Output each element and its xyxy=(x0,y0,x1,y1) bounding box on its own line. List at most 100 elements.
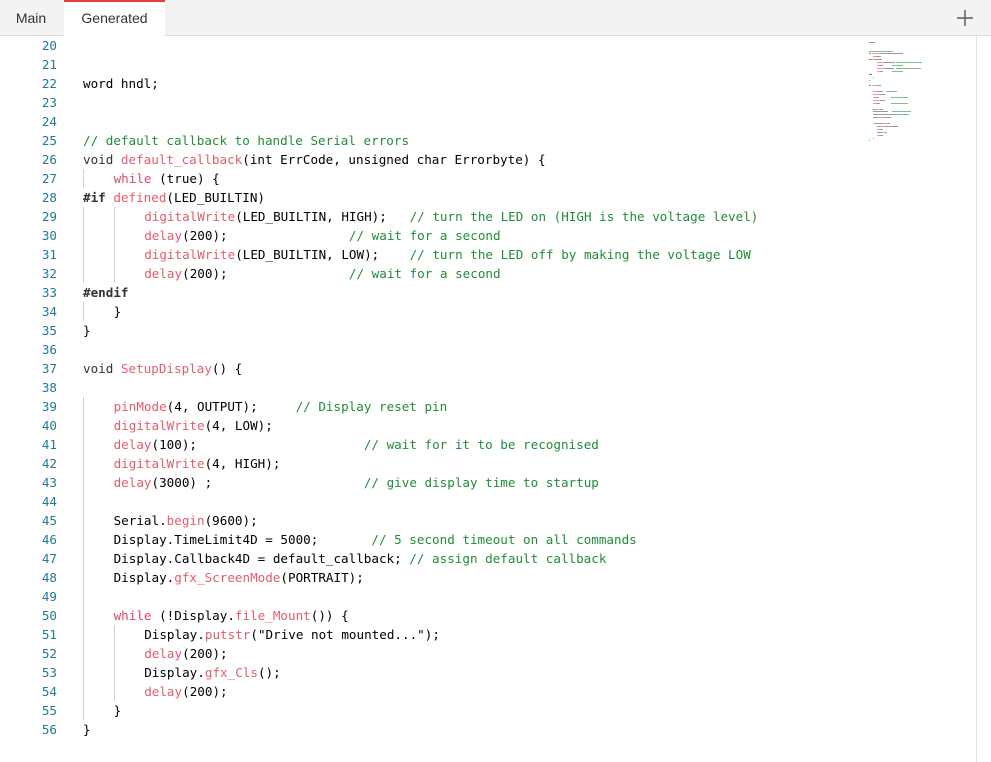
code-text: while (true) { xyxy=(114,169,220,188)
line-number: 41 xyxy=(41,437,57,452)
code-token: } xyxy=(113,703,122,718)
code-line[interactable]: 23 xyxy=(0,93,976,112)
tab-bar: Main Generated xyxy=(0,0,991,37)
code-text: delay(3000) ; // give display time to st… xyxy=(114,473,599,492)
tab-main[interactable]: Main xyxy=(0,0,62,36)
code-line[interactable]: 43 delay(3000) ; // give display time to … xyxy=(0,473,976,492)
minimap-mark xyxy=(878,85,881,87)
code-line[interactable]: 54 delay(200); xyxy=(0,682,976,701)
code-line[interactable]: 28 #if defined(LED_BUILTIN) xyxy=(0,188,976,207)
code-token: Display. xyxy=(113,570,175,585)
minimap-mark xyxy=(891,111,911,113)
code-text: delay(200); xyxy=(144,644,227,663)
code-token: digitalWrite xyxy=(113,456,205,471)
code-text: digitalWrite(4, HIGH); xyxy=(114,454,281,473)
code-line[interactable]: 55} xyxy=(0,701,976,720)
line-number: 37 xyxy=(41,361,57,376)
indent-guide xyxy=(113,264,115,283)
code-line[interactable]: 36 xyxy=(0,340,976,359)
code-line[interactable]: 44 xyxy=(0,492,976,511)
code-token: delay xyxy=(144,684,183,699)
code-line[interactable]: 24 xyxy=(0,112,976,131)
line-number: 20 xyxy=(41,38,57,53)
minimap[interactable] xyxy=(869,36,965,156)
code-token: Display.Callback4D = default_callback; xyxy=(113,551,410,566)
code-line[interactable]: 41 delay(100); // wait for it to be recog… xyxy=(0,435,976,454)
indent-guide xyxy=(83,511,84,530)
code-token: digitalWrite xyxy=(144,247,236,262)
code-line[interactable]: 46 Display.TimeLimit4D = 5000; // 5 secon… xyxy=(0,530,976,549)
code-line[interactable]: 31 digitalWrite(LED_BUILTIN, LOW); // tur… xyxy=(0,245,976,264)
code-line[interactable]: 35} xyxy=(0,321,976,340)
code-token: ("Drive not mounted..."); xyxy=(250,627,440,642)
code-line[interactable]: 40 digitalWrite(4, LOW); xyxy=(0,416,976,435)
code-token: delay xyxy=(113,437,152,452)
code-line[interactable]: 37 void SetupDisplay() { xyxy=(0,359,976,378)
code-line[interactable]: 33 #endif xyxy=(0,283,976,302)
code-line[interactable]: 56} xyxy=(0,720,976,739)
code-token: Serial. xyxy=(113,513,167,528)
code-line[interactable]: 51 Display.putstr("Drive not mounted...")… xyxy=(0,625,976,644)
code-line[interactable]: 50 while (!Display.file_Mount()) { xyxy=(0,606,976,625)
code-token: void xyxy=(83,152,121,167)
code-line[interactable]: 49 xyxy=(0,587,976,606)
code-line[interactable]: 25 // default callback to handle Serial e… xyxy=(0,131,976,150)
code-token: // default callback to handle Serial err… xyxy=(83,133,410,148)
code-editor[interactable]: 20 21 22 word hndl; 23 24 25 // default callbac… xyxy=(0,36,976,762)
line-number: 38 xyxy=(41,380,57,395)
indent-guide xyxy=(113,207,115,226)
code-token: (100); xyxy=(151,437,364,452)
line-number: 31 xyxy=(41,247,57,262)
code-line[interactable]: 22 word hndl; xyxy=(0,74,976,93)
tab-generated[interactable]: Generated xyxy=(64,0,165,37)
code-line[interactable]: 45 Serial.begin(9600); xyxy=(0,511,976,530)
indent-guide xyxy=(83,207,84,226)
code-line[interactable]: 26 void default_callback(int ErrCode, uns… xyxy=(0,150,976,169)
code-token: void xyxy=(83,361,121,376)
minimap-mark xyxy=(885,117,892,119)
code-line[interactable]: 32 delay(200); // wait for a second xyxy=(0,264,976,283)
code-line[interactable]: 38 xyxy=(0,378,976,397)
code-token: ()) { xyxy=(310,608,349,623)
indent-guide xyxy=(113,625,115,644)
vertical-scrollbar[interactable] xyxy=(976,36,991,762)
indent-guide xyxy=(83,701,84,720)
minimap-mark xyxy=(875,102,881,104)
code-line[interactable]: 42 digitalWrite(4, HIGH); xyxy=(0,454,976,473)
minimap-mark xyxy=(875,96,880,98)
line-number: 21 xyxy=(41,57,57,72)
line-number: 49 xyxy=(41,589,57,604)
code-line[interactable]: 53 Display.gfx_Cls(); xyxy=(0,663,976,682)
minimap-mark xyxy=(896,62,922,64)
line-number: 48 xyxy=(41,570,57,585)
code-text: #if defined(LED_BUILTIN) xyxy=(83,188,265,207)
add-tab-button[interactable] xyxy=(953,4,977,32)
code-line[interactable]: 47 Display.Callback4D = default_callback;… xyxy=(0,549,976,568)
code-token: // assign default callback xyxy=(409,551,607,566)
code-line[interactable]: 20 xyxy=(0,36,976,55)
code-text: } xyxy=(83,720,91,739)
minimap-mark xyxy=(879,70,884,72)
indent-guide xyxy=(83,264,84,283)
code-line[interactable]: 34} xyxy=(0,302,976,321)
line-number: 55 xyxy=(41,703,57,718)
code-line[interactable]: 21 xyxy=(0,55,976,74)
line-number: 24 xyxy=(41,114,57,129)
code-text: #endif xyxy=(83,283,129,302)
code-line[interactable]: 52 delay(200); xyxy=(0,644,976,663)
code-line[interactable]: 48 Display.gfx_ScreenMode(PORTRAIT); xyxy=(0,568,976,587)
code-line[interactable]: 29 digitalWrite(LED_BUILTIN, HIGH); // tu… xyxy=(0,207,976,226)
code-line[interactable]: 39 pinMode(4, OUTPUT); // Display reset p… xyxy=(0,397,976,416)
code-line[interactable]: 27 while (true) { xyxy=(0,169,976,188)
code-token: digitalWrite xyxy=(144,209,236,224)
code-token: // wait for it to be recognised xyxy=(363,437,599,452)
code-token: // wait for a second xyxy=(348,228,501,243)
line-number: 22 xyxy=(41,76,57,91)
line-number: 39 xyxy=(41,399,57,414)
code-text: Serial.begin(9600); xyxy=(114,511,258,530)
minimap-mark xyxy=(891,65,903,66)
code-token: // turn the LED on (HIGH is the voltage … xyxy=(409,209,759,224)
code-token: (9600); xyxy=(204,513,258,528)
code-text: } xyxy=(114,302,122,321)
code-line[interactable]: 30 delay(200); // wait for a second xyxy=(0,226,976,245)
